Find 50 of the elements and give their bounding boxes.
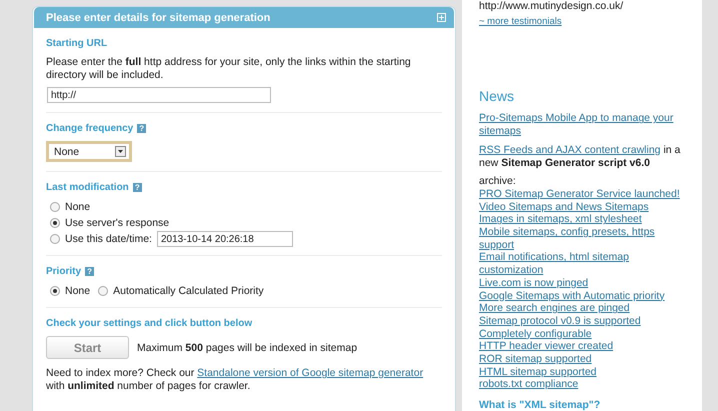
archive-link[interactable]: HTML sitemap supported xyxy=(479,366,692,378)
archive-link[interactable]: More search engines are pinged xyxy=(479,302,692,315)
section-label: Change frequency xyxy=(46,123,134,134)
archive-link[interactable]: PRO Sitemap Generator Service launched! xyxy=(479,188,692,201)
frequency-dropdown[interactable]: None xyxy=(46,141,132,162)
section-label: Starting URL xyxy=(46,38,108,49)
archive-link[interactable]: Video Sitemaps and News Sitemaps xyxy=(479,200,692,214)
testimonial-url: http://www.mutinydesign.co.uk/ xyxy=(479,0,624,13)
start-button[interactable]: Start xyxy=(46,336,129,359)
archive-label: archive: xyxy=(479,175,517,188)
archive-link[interactable]: Mobile sitemaps, config presets, https support xyxy=(479,226,692,252)
help-icon[interactable]: ? xyxy=(85,267,94,276)
what-is-heading: What is "XML sitemap"? xyxy=(479,399,602,411)
radio-label: Use server's response xyxy=(65,217,170,229)
help-icon[interactable]: ? xyxy=(137,124,146,133)
news-link[interactable]: RSS Feeds and AJAX content crawling xyxy=(479,144,661,156)
radio-label: None xyxy=(65,201,90,213)
radio-label: None xyxy=(65,285,90,297)
radio-label: Use this date/time: xyxy=(65,233,152,245)
panel-title: Please enter details for sitemap generation xyxy=(46,12,270,24)
archive-link[interactable]: robots.txt compliance xyxy=(479,378,692,392)
archive-link[interactable]: Live.com is now pinged xyxy=(479,276,692,290)
section-label: Last modification xyxy=(46,182,129,193)
archive-link[interactable]: Email notifications, html sitemap customization xyxy=(479,251,692,277)
datetime-field[interactable]: 2013-10-14 20:26:18 xyxy=(156,231,293,247)
more-testimonials-link[interactable]: ~ more testimonials xyxy=(479,16,692,28)
archive-link[interactable]: ROR sitemap supported xyxy=(479,353,692,366)
radio-label: Automatically Calculated Priority xyxy=(113,285,264,297)
limit-note: Maximum 500 pages will be indexed in sitemap xyxy=(137,342,358,354)
archive-link[interactable]: Google Sitemaps with Automatic priority xyxy=(479,290,692,302)
archive-link[interactable]: Images in sitemaps, xml stylesheet xyxy=(479,213,692,226)
news-heading: News xyxy=(479,88,516,104)
news-item: RSS Feeds and AJAX content crawling in a new Sitemap Generator script v6.0 xyxy=(479,144,682,170)
radio-button[interactable] xyxy=(50,286,60,296)
archive-link[interactable]: Completely configurable xyxy=(479,328,692,340)
archive-link[interactable]: HTTP header viewer created xyxy=(479,340,692,354)
radio-button[interactable] xyxy=(98,286,108,296)
help-icon[interactable]: ? xyxy=(132,183,142,192)
standalone-link[interactable]: Standalone version of Google sitemap generator xyxy=(197,367,424,379)
radio-button[interactable] xyxy=(50,218,60,228)
radio-button[interactable] xyxy=(50,234,60,244)
description-text: Please enter the full http address for your site, only the links within the starting directory will be included. xyxy=(46,56,412,82)
expand-icon[interactable] xyxy=(437,13,446,22)
url-field[interactable]: http:// xyxy=(47,87,271,103)
archive-link[interactable]: Sitemap protocol v0.9 is supported xyxy=(479,314,692,328)
section-label: Check your settings and click button below xyxy=(46,318,252,329)
section-label: Priority xyxy=(46,266,82,277)
radio-button[interactable] xyxy=(50,202,60,212)
index-more-text: Need to index more? Check our Standalone version of Google sitemap generator with unlimited number of pages for crawler. xyxy=(46,367,424,393)
news-link[interactable]: Pro-Sitemaps Mobile App to manage your sitemaps xyxy=(479,112,692,138)
